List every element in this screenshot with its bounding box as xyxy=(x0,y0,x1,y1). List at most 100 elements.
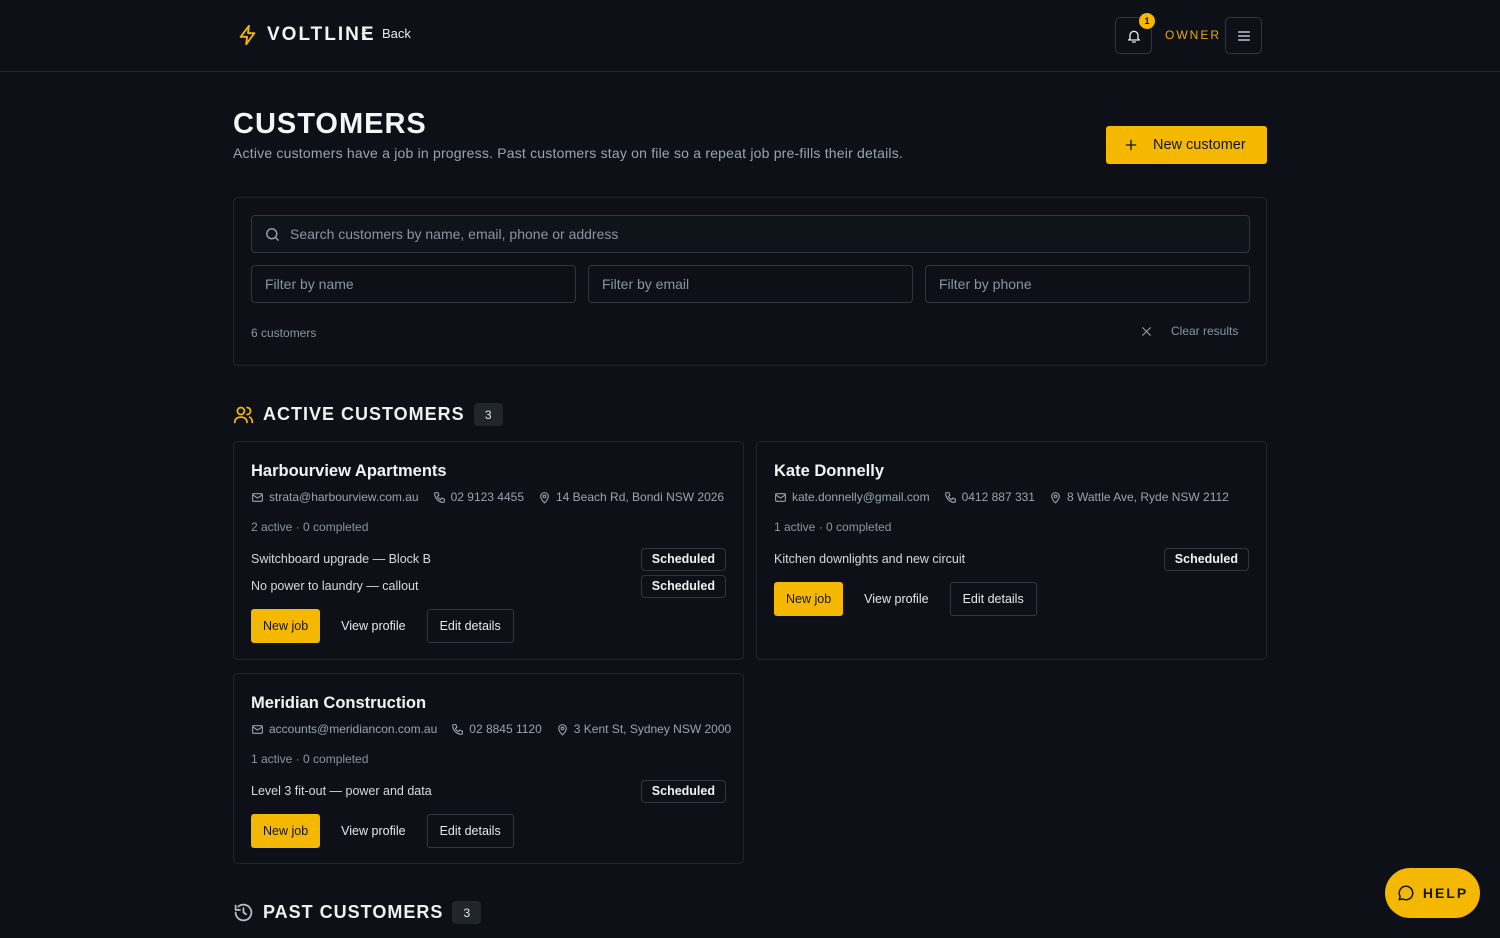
job-title: Switchboard upgrade — Block B xyxy=(251,552,431,566)
search-panel: 6 customers Clear results xyxy=(233,197,1267,366)
section-count-badge: 3 xyxy=(473,403,503,426)
email-text: accounts@meridiancon.com.au xyxy=(269,722,438,736)
top-bar: VOLTLINE Back 1 OWNER xyxy=(0,0,1500,72)
edit-details-button[interactable]: Edit details xyxy=(426,609,514,643)
contact-row: kate.donnelly@gmail.com 0412 887 331 8 W… xyxy=(774,490,1243,504)
map-pin-icon xyxy=(1049,491,1062,504)
view-profile-button[interactable]: View profile xyxy=(326,814,420,848)
address-text: 8 Wattle Ave, Ryde NSW 2112 xyxy=(1066,490,1229,504)
status-badge: Scheduled xyxy=(640,547,726,571)
notification-badge: 1 xyxy=(1139,13,1155,29)
past-customers-header: PAST CUSTOMERS 3 xyxy=(233,901,482,924)
job-row[interactable]: No power to laundry — callout Scheduled xyxy=(251,574,726,598)
phone-text: 0412 887 331 xyxy=(961,490,1035,504)
job-row[interactable]: Level 3 fit-out — power and data Schedul… xyxy=(251,779,726,803)
users-icon xyxy=(233,404,254,425)
mail-icon xyxy=(251,491,264,504)
card-actions: New job View profile Edit details xyxy=(251,609,514,643)
view-profile-button[interactable]: View profile xyxy=(326,609,420,643)
search-field[interactable] xyxy=(251,215,1250,253)
email-text: kate.donnelly@gmail.com xyxy=(792,490,930,504)
new-customer-button[interactable]: New customer xyxy=(1106,126,1267,164)
contact-phone[interactable]: 02 8845 1120 xyxy=(451,722,542,736)
back-link[interactable]: Back xyxy=(359,26,411,41)
plus-icon xyxy=(1123,137,1139,153)
phone-text: 02 8845 1120 xyxy=(469,722,542,736)
map-pin-icon xyxy=(538,491,551,504)
status-badge: Scheduled xyxy=(640,574,726,598)
job-stats: 2 active · 0 completed xyxy=(251,520,369,534)
contact-email[interactable]: kate.donnelly@gmail.com xyxy=(774,490,930,504)
contact-address: 3 Kent St, Sydney NSW 2000 xyxy=(556,722,731,736)
mail-icon xyxy=(774,491,787,504)
customer-name: Kate Donnelly xyxy=(774,462,885,480)
menu-button[interactable] xyxy=(1225,17,1262,54)
contact-row: strata@harbourview.com.au 02 9123 4455 1… xyxy=(251,490,738,504)
phone-icon xyxy=(451,723,464,736)
filter-phone-input[interactable] xyxy=(925,265,1250,303)
map-pin-icon xyxy=(556,723,569,736)
phone-icon xyxy=(433,491,446,504)
email-text: strata@harbourview.com.au xyxy=(269,490,419,504)
edit-details-button[interactable]: Edit details xyxy=(426,814,514,848)
brand[interactable]: VOLTLINE xyxy=(237,23,376,47)
job-stats: 1 active · 0 completed xyxy=(774,520,892,534)
address-text: 14 Beach Rd, Bondi NSW 2026 xyxy=(556,490,725,504)
contact-email[interactable]: strata@harbourview.com.au xyxy=(251,490,419,504)
phone-icon xyxy=(944,491,957,504)
customer-card: Kate Donnelly kate.donnelly@gmail.com 04… xyxy=(756,441,1267,660)
arrow-left-icon xyxy=(359,26,374,41)
result-count: 6 customers xyxy=(251,326,317,340)
contact-address: 8 Wattle Ave, Ryde NSW 2112 xyxy=(1049,490,1229,504)
card-actions: New job View profile Edit details xyxy=(774,582,1037,616)
contact-address: 14 Beach Rd, Bondi NSW 2026 xyxy=(538,490,724,504)
phone-text: 02 9123 4455 xyxy=(450,490,524,504)
lightning-bolt-icon xyxy=(237,23,259,47)
hamburger-icon xyxy=(1236,28,1252,44)
search-input[interactable] xyxy=(290,216,1240,252)
help-label: HELP xyxy=(1422,885,1469,901)
mail-icon xyxy=(251,723,264,736)
history-icon xyxy=(233,902,254,923)
status-badge: Scheduled xyxy=(640,779,726,803)
page-title: CUSTOMERS xyxy=(233,108,427,140)
section-title: ACTIVE CUSTOMERS xyxy=(263,404,465,424)
job-title: No power to laundry — callout xyxy=(251,579,419,593)
contact-phone[interactable]: 02 9123 4455 xyxy=(433,490,524,504)
card-actions: New job View profile Edit details xyxy=(251,814,514,848)
close-icon xyxy=(1140,325,1153,338)
customer-name: Harbourview Apartments xyxy=(251,462,447,480)
contact-phone[interactable]: 0412 887 331 xyxy=(944,490,1035,504)
help-button[interactable]: HELP xyxy=(1385,868,1480,918)
customer-card: Meridian Construction accounts@meridianc… xyxy=(233,673,744,864)
contact-row: accounts@meridiancon.com.au 02 8845 1120… xyxy=(251,722,745,736)
section-title: PAST CUSTOMERS xyxy=(263,902,444,922)
filter-name-input[interactable] xyxy=(251,265,576,303)
new-job-button[interactable]: New job xyxy=(251,814,321,848)
chat-bubble-icon xyxy=(1397,884,1415,902)
clear-results-label: Clear results xyxy=(1171,324,1239,338)
bell-icon xyxy=(1126,28,1142,44)
new-job-button[interactable]: New job xyxy=(774,582,844,616)
new-customer-label: New customer xyxy=(1153,137,1246,153)
customer-card: Harbourview Apartments strata@harbourvie… xyxy=(233,441,744,660)
customer-name: Meridian Construction xyxy=(251,694,427,712)
edit-details-button[interactable]: Edit details xyxy=(949,582,1037,616)
address-text: 3 Kent St, Sydney NSW 2000 xyxy=(573,722,732,736)
job-stats: 1 active · 0 completed xyxy=(251,752,369,766)
job-row[interactable]: Switchboard upgrade — Block B Scheduled xyxy=(251,547,726,571)
clear-results-button[interactable]: Clear results xyxy=(1140,324,1238,338)
back-label: Back xyxy=(382,26,411,41)
job-row[interactable]: Kitchen downlights and new circuit Sched… xyxy=(774,547,1249,571)
view-profile-button[interactable]: View profile xyxy=(849,582,943,616)
role-label[interactable]: OWNER xyxy=(1165,28,1221,42)
search-icon xyxy=(264,226,281,243)
job-title: Level 3 fit-out — power and data xyxy=(251,784,432,798)
job-title: Kitchen downlights and new circuit xyxy=(774,552,966,566)
filter-email-input[interactable] xyxy=(588,265,913,303)
active-customers-header: ACTIVE CUSTOMERS 3 xyxy=(233,403,503,426)
new-job-button[interactable]: New job xyxy=(251,609,321,643)
section-count-badge: 3 xyxy=(452,901,482,924)
contact-email[interactable]: accounts@meridiancon.com.au xyxy=(251,722,437,736)
page-subtitle: Active customers have a job in progress.… xyxy=(233,145,903,161)
